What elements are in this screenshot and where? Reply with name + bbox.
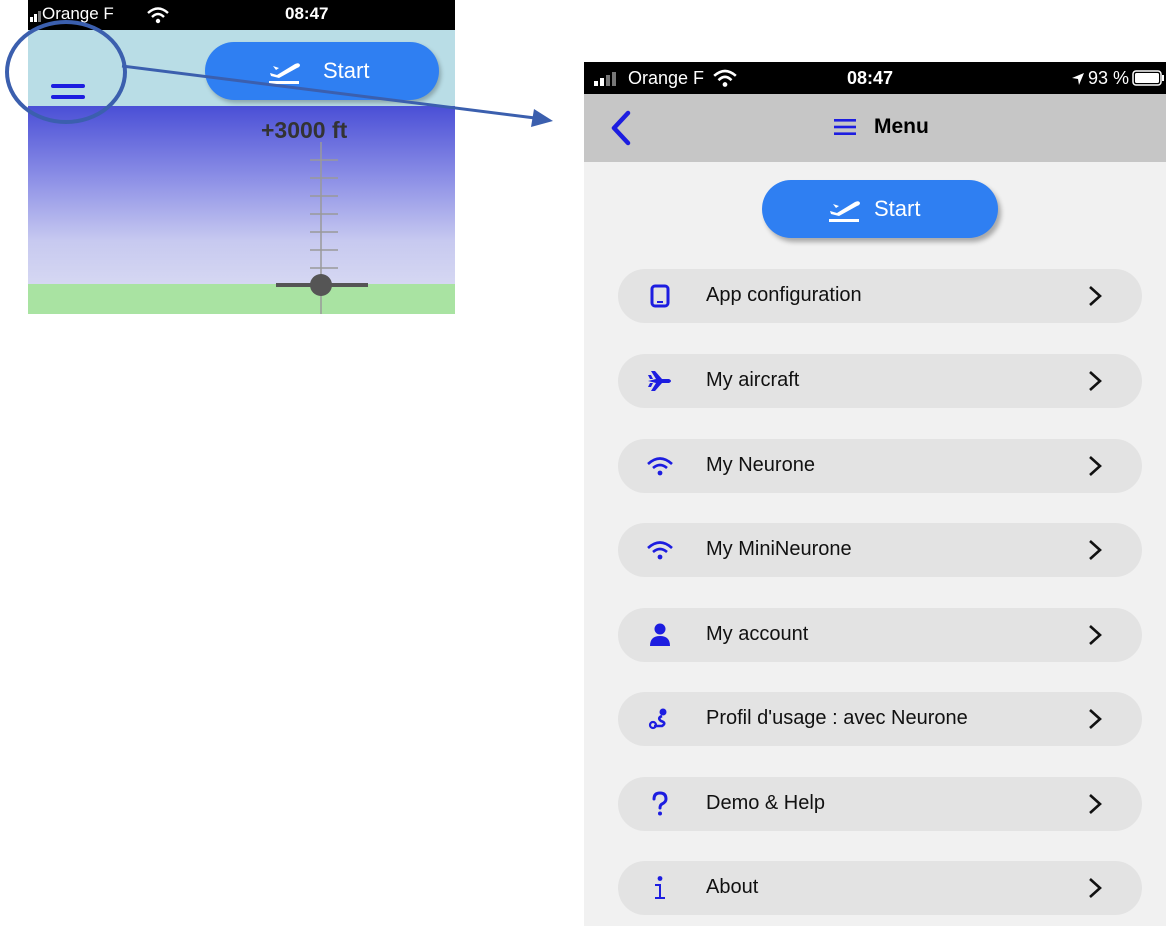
menu-item-demo-help[interactable]: Demo & Help [618,777,1142,831]
menu-item-label: My aircraft [706,369,800,391]
arrow-head-icon [531,109,553,127]
wifi-icon [713,69,737,87]
carrier-name: Orange F [628,68,705,88]
aircraft-symbol-icon [276,274,368,296]
altitude-scale [276,142,368,314]
takeoff-icon [829,201,860,222]
chevron-right-icon [1089,540,1102,560]
wifi-icon [646,537,674,563]
menu-item-label: App configuration [706,284,862,306]
menu-item-my-aircraft[interactable]: My aircraft [618,354,1142,408]
back-chevron-icon[interactable] [606,110,636,146]
right-screenshot: Orange F 08:47 93 % Menu Start App confi… [584,62,1166,926]
airplane-icon [646,368,674,394]
tablet-icon [646,283,674,309]
left-screenshot: Orange F 08:47 Start +3000 ft [28,0,455,314]
menu-item-label: About [706,876,759,898]
chevron-right-icon [1089,625,1102,645]
menu-item-label: Profil d'usage : avec Neurone [706,707,968,729]
hamburger-menu-icon [834,119,856,135]
chevron-right-icon [1089,286,1102,306]
menu-item-profil-usage[interactable]: Profil d'usage : avec Neurone [618,692,1142,746]
wifi-icon [646,453,674,479]
location-arrow-icon [1072,73,1084,85]
battery-icon [1132,70,1164,86]
chevron-right-icon [1089,371,1102,391]
start-button-label: Start [874,196,921,221]
route-icon [646,706,674,732]
menu-item-label: Demo & Help [706,792,825,814]
user-icon [646,622,674,648]
chevron-right-icon [1089,794,1102,814]
status-time: 08:47 [847,68,894,88]
page-title: Menu [874,115,929,138]
menu-item-about[interactable]: About [618,861,1142,915]
chevron-right-icon [1089,709,1102,729]
battery-percent: 93 % [1088,68,1130,88]
chevron-right-icon [1089,878,1102,898]
menu-item-my-neurone[interactable]: My Neurone [618,439,1142,493]
question-icon [646,791,674,817]
menu-item-label: My MiniNeurone [706,538,852,560]
start-button[interactable]: Start [762,180,998,238]
altitude-readout: +3000 ft [261,117,348,143]
info-icon [646,875,674,901]
menu-item-my-account[interactable]: My account [618,608,1142,662]
menu-item-label: My Neurone [706,454,815,476]
menu-item-label: My account [706,623,809,645]
right-status-bar: Orange F 08:47 93 % [584,62,1166,94]
signal-icon [594,72,616,86]
navigation-bar: Menu [584,94,1166,162]
menu-item-my-minineurone[interactable]: My MiniNeurone [618,523,1142,577]
chevron-right-icon [1089,456,1102,476]
menu-item-app-configuration[interactable]: App configuration [618,269,1142,323]
